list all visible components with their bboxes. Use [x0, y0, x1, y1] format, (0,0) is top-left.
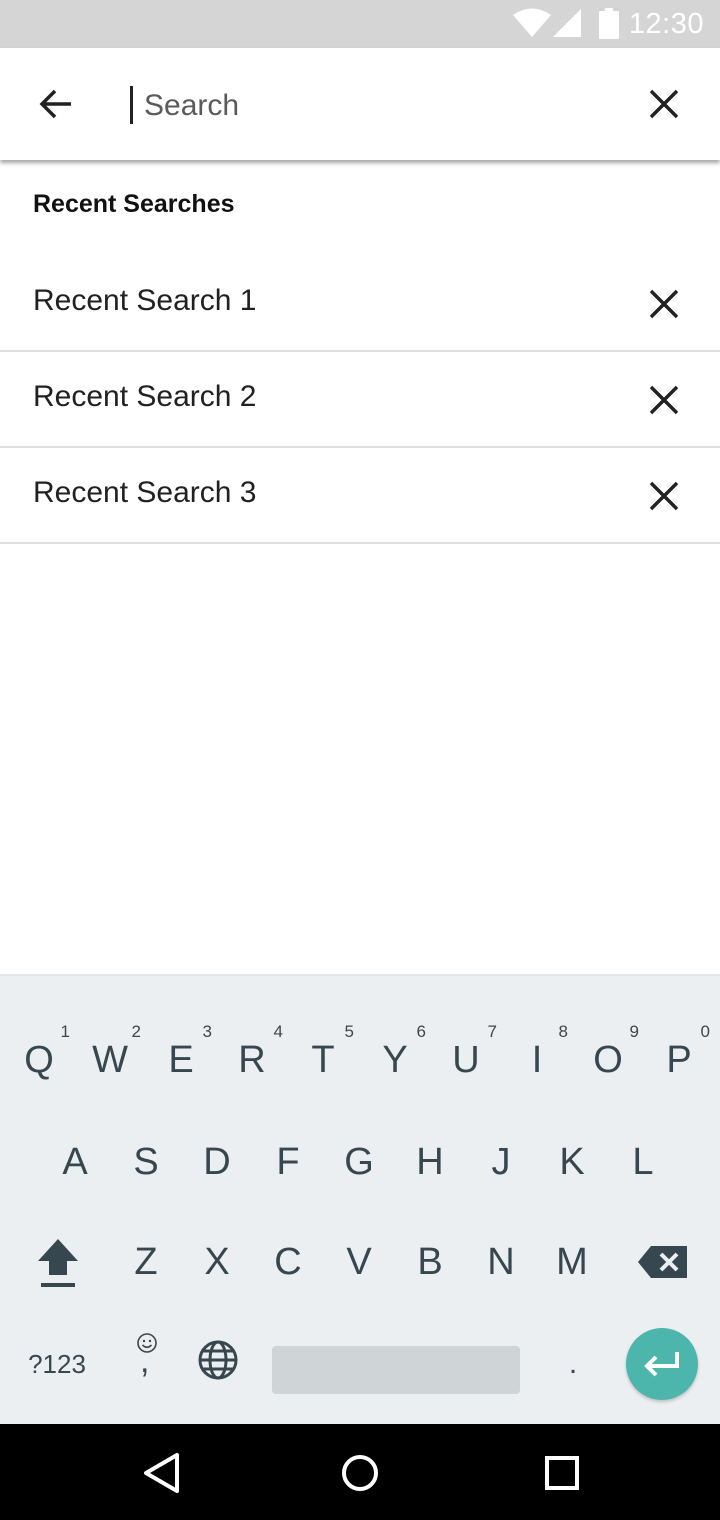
status-bar: 12:30 [0, 0, 720, 48]
search-input[interactable] [144, 84, 584, 128]
back-button[interactable] [24, 76, 88, 132]
key-j[interactable]: J [470, 1130, 532, 1194]
key-label: I [531, 1038, 543, 1081]
key-label: T [311, 1038, 335, 1081]
recent-search-item[interactable]: Recent Search 2 [0, 352, 720, 448]
shift-key[interactable] [26, 1230, 90, 1294]
key-label: P [666, 1038, 692, 1081]
enter-arrow-icon [644, 1352, 679, 1377]
backspace-key[interactable] [630, 1230, 696, 1294]
comma-label: , [140, 1342, 150, 1380]
remove-recent-search-button[interactable] [632, 372, 696, 428]
shift-arrow-icon [38, 1239, 78, 1287]
text-cursor [130, 86, 133, 124]
symbols-key[interactable]: ?123 [16, 1332, 98, 1396]
key-hint: 3 [202, 1022, 212, 1041]
back-triangle-icon [144, 1453, 179, 1493]
key-hint: 7 [487, 1022, 497, 1041]
key-z[interactable]: Z [115, 1230, 177, 1294]
system-nav-bar [0, 1424, 720, 1520]
key-q[interactable]: Q 1 [8, 1022, 70, 1092]
recent-search-label: Recent Search 3 [33, 476, 257, 509]
key-label: R [238, 1038, 266, 1081]
key-hint: 8 [558, 1022, 568, 1041]
key-hint: 2 [131, 1022, 141, 1041]
key-hint: 4 [273, 1022, 283, 1041]
key-t[interactable]: T 5 [292, 1022, 354, 1092]
recent-search-item[interactable]: Recent Search 3 [0, 448, 720, 544]
close-icon [649, 289, 679, 319]
space-key[interactable] [272, 1346, 520, 1394]
key-k[interactable]: K [541, 1130, 603, 1194]
key-u[interactable]: U 7 [435, 1022, 497, 1092]
close-icon [649, 481, 679, 511]
key-a[interactable]: A [44, 1130, 106, 1194]
key-w[interactable]: W 2 [79, 1022, 141, 1092]
key-label: U [452, 1038, 480, 1081]
key-y[interactable]: Y 6 [364, 1022, 426, 1092]
key-label: W [92, 1038, 128, 1081]
globe-icon [198, 1340, 238, 1380]
key-label: Q [24, 1038, 54, 1081]
key-h[interactable]: H [399, 1130, 461, 1194]
enter-key[interactable] [626, 1328, 698, 1400]
key-v[interactable]: V [328, 1230, 390, 1294]
signal-icon [552, 8, 582, 43]
key-b[interactable]: B [399, 1230, 461, 1294]
close-icon [649, 89, 679, 119]
battery-icon [598, 8, 620, 45]
key-label: Y [382, 1038, 408, 1081]
key-o[interactable]: O 9 [577, 1022, 639, 1092]
key-x[interactable]: X [186, 1230, 248, 1294]
nav-back-button[interactable] [136, 1448, 186, 1498]
clear-search-button[interactable] [632, 76, 696, 132]
home-circle-icon [342, 1455, 378, 1491]
nav-home-button[interactable] [335, 1448, 385, 1498]
search-app-bar [0, 48, 720, 160]
comma-emoji-key[interactable]: , [118, 1326, 176, 1398]
key-label: O [593, 1038, 623, 1081]
language-key[interactable] [190, 1328, 246, 1392]
close-icon [649, 385, 679, 415]
recent-searches-heading: Recent Searches [33, 190, 235, 218]
recent-search-label: Recent Search 1 [33, 284, 257, 317]
key-s[interactable]: S [115, 1130, 177, 1194]
key-c[interactable]: C [257, 1230, 319, 1294]
remove-recent-search-button[interactable] [632, 468, 696, 524]
wifi-icon [512, 8, 552, 43]
key-f[interactable]: F [257, 1130, 319, 1194]
recent-search-item[interactable]: Recent Search 1 [0, 256, 720, 352]
key-n[interactable]: N [470, 1230, 532, 1294]
key-hint: 5 [344, 1022, 354, 1041]
key-l[interactable]: L [612, 1130, 674, 1194]
key-r[interactable]: R 4 [221, 1022, 283, 1092]
recent-searches-list: Recent Search 1 Recent Search 2 Recent S… [0, 256, 720, 544]
key-i[interactable]: I 8 [506, 1022, 568, 1092]
backspace-icon [638, 1246, 687, 1278]
key-label: E [168, 1038, 194, 1081]
key-hint: 0 [700, 1022, 710, 1041]
key-hint: 9 [629, 1022, 639, 1041]
nav-recents-button[interactable] [537, 1448, 587, 1498]
key-d[interactable]: D [186, 1130, 248, 1194]
search-field[interactable] [130, 84, 590, 128]
recent-search-label: Recent Search 2 [33, 380, 257, 413]
period-key[interactable]: . [546, 1332, 600, 1396]
recents-square-icon [545, 1456, 579, 1490]
soft-keyboard: Q 1 W 2 E 3 R 4 T 5 Y 6 U 7 I 8 O 9 P 0 … [0, 974, 720, 1424]
remove-recent-search-button[interactable] [632, 276, 696, 332]
status-time: 12:30 [628, 8, 704, 40]
key-hint: 6 [416, 1022, 426, 1041]
key-hint: 1 [60, 1022, 70, 1041]
key-e[interactable]: E 3 [150, 1022, 212, 1092]
arrow-left-icon [39, 89, 71, 119]
key-g[interactable]: G [328, 1130, 390, 1194]
key-m[interactable]: M [541, 1230, 603, 1294]
key-p[interactable]: P 0 [648, 1022, 710, 1092]
